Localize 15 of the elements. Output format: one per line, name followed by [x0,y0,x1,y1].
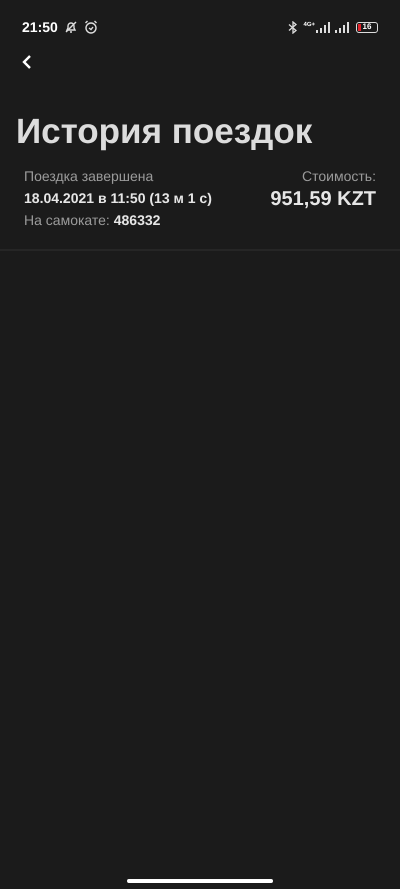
bluetooth-icon [288,20,298,34]
trip-row[interactable]: Поездка завершена 18.04.2021 в 11:50 (13 м 1 с) На самокате: 486332 Стоимость: 951,59 KZT [0,167,400,251]
signal-icon [335,22,349,32]
cost-label: Стоимость: [302,167,376,185]
status-time: 21:50 [22,18,58,36]
trip-datetime: 18.04.2021 в 11:50 (13 м 1 с) [24,189,212,207]
scooter-number: На самокате: 486332 [24,211,162,229]
battery-indicator: 16 [356,22,378,32]
page-title: История поездок [15,114,314,149]
muted-bell-icon [64,20,78,34]
trip-cost: 951,59 KZT [270,187,376,211]
signal-icon [316,22,330,32]
back-icon[interactable] [22,54,32,70]
trip-status: Поездка завершена [24,167,154,185]
alarm-icon [84,20,98,34]
